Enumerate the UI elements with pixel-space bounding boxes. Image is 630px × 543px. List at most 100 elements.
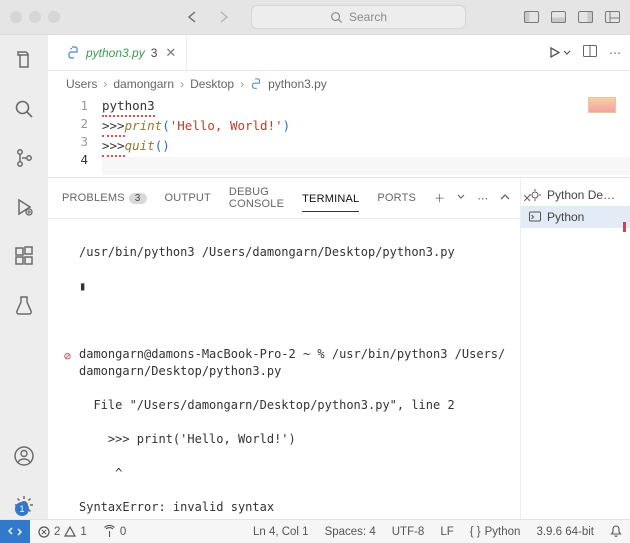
- status-eol[interactable]: LF: [432, 525, 461, 538]
- extensions-icon[interactable]: [13, 245, 35, 270]
- terminal-line: File "/Users/damongarn/Desktop/python3.p…: [79, 397, 455, 414]
- minimap[interactable]: [588, 97, 616, 113]
- debug-icon: [529, 189, 541, 201]
- toggle-secondary-sidebar-icon[interactable]: [578, 11, 593, 23]
- tab-problems[interactable]: PROBLEMS3: [62, 192, 147, 204]
- code-token: (: [162, 118, 170, 133]
- code-token: >>>: [102, 117, 125, 137]
- status-notifications[interactable]: [602, 525, 630, 538]
- antenna-icon: [103, 526, 116, 538]
- terminal-line: >>> print('Hello, World!'): [79, 431, 296, 448]
- status-problems[interactable]: 2 1: [30, 526, 95, 538]
- panel-maximize-icon[interactable]: [500, 192, 510, 204]
- editor-area: python3.py 3 ✕ ⋯ Users › damongarn › Des…: [48, 35, 630, 519]
- terminal-list-item[interactable]: Python: [521, 206, 630, 228]
- source-control-icon[interactable]: [13, 147, 35, 172]
- code-token: print: [125, 118, 163, 133]
- settings-gear-icon[interactable]: 1: [13, 494, 35, 519]
- chevron-right-icon: ›: [180, 77, 184, 91]
- terminal-line: damongarn@damons-MacBook-Pro-2 ~ % /usr/…: [79, 346, 506, 380]
- tab-ports[interactable]: PORTS: [377, 192, 416, 204]
- tab-terminal[interactable]: TERMINAL: [302, 193, 359, 212]
- code-token: ): [162, 138, 170, 153]
- python-file-icon: [66, 46, 80, 60]
- status-encoding[interactable]: UTF-8: [384, 525, 433, 538]
- close-window-dot[interactable]: [10, 11, 22, 23]
- search-icon: [330, 11, 343, 24]
- python-file-icon: [250, 78, 262, 90]
- panel-more-icon[interactable]: ⋯: [477, 192, 488, 205]
- chevron-right-icon: ›: [103, 77, 107, 91]
- code-token: quit: [125, 138, 155, 153]
- terminal-line: ^: [79, 465, 122, 482]
- tab-close-icon[interactable]: ✕: [165, 45, 176, 61]
- status-bar: 2 1 0 Ln 4, Col 1 Spaces: 4 UTF-8 LF { }…: [0, 519, 630, 543]
- command-center-search[interactable]: Search: [251, 5, 466, 29]
- window-controls: [10, 11, 60, 23]
- editor-tabs: python3.py 3 ✕ ⋯: [48, 35, 630, 71]
- breadcrumb-seg[interactable]: python3.py: [268, 77, 327, 91]
- breadcrumbs[interactable]: Users › damongarn › Desktop › python3.py: [48, 71, 630, 97]
- accounts-icon[interactable]: [13, 445, 35, 470]
- toggle-panel-icon[interactable]: [551, 11, 566, 23]
- split-editor-icon[interactable]: [583, 45, 597, 60]
- status-ports[interactable]: 0: [95, 526, 134, 538]
- status-indentation[interactable]: Spaces: 4: [317, 525, 384, 538]
- error-icon: [38, 526, 50, 538]
- terminal-split-chevron-icon[interactable]: [457, 192, 465, 204]
- chevron-down-icon: [563, 49, 571, 57]
- bottom-panel: PROBLEMS3 OUTPUT DEBUG CONSOLE TERMINAL …: [48, 177, 630, 519]
- panel-tabs: PROBLEMS3 OUTPUT DEBUG CONSOLE TERMINAL …: [48, 178, 520, 219]
- customize-layout-icon[interactable]: [605, 11, 620, 23]
- tab-output[interactable]: OUTPUT: [165, 192, 211, 204]
- zoom-window-dot[interactable]: [48, 11, 60, 23]
- new-terminal-button[interactable]: ＋: [434, 190, 445, 206]
- code-token: python3: [102, 97, 155, 117]
- explorer-icon[interactable]: [13, 49, 35, 74]
- terminal-error-indicator: [623, 222, 626, 232]
- warning-icon: [64, 526, 76, 538]
- remote-indicator[interactable]: [0, 520, 30, 543]
- terminal-list-label: Python: [547, 210, 584, 224]
- terminal-line: SyntaxError: invalid syntax: [79, 499, 274, 516]
- terminal-list: Python De… Python: [520, 178, 630, 519]
- code-token: 'Hello, World!': [170, 118, 283, 133]
- bell-icon: [610, 525, 622, 538]
- problems-count-badge: 3: [129, 193, 147, 204]
- nav-back-icon[interactable]: [185, 10, 201, 24]
- titlebar: Search: [0, 0, 630, 35]
- editor-tab-python3[interactable]: python3.py 3 ✕: [56, 35, 187, 70]
- nav-forward-icon[interactable]: [215, 10, 231, 24]
- breadcrumb-seg[interactable]: Users: [66, 77, 97, 91]
- run-debug-icon[interactable]: [13, 196, 35, 221]
- code-editor[interactable]: 1 2 3 4 python3 >>> print('Hello, World!…: [48, 97, 630, 177]
- chevron-right-icon: ›: [240, 77, 244, 91]
- nav-arrows: [185, 10, 231, 24]
- breadcrumb-seg[interactable]: damongarn: [113, 77, 174, 91]
- run-file-button[interactable]: [548, 46, 571, 59]
- terminal-list-item[interactable]: Python De…: [521, 184, 630, 206]
- layout-controls: [524, 11, 620, 23]
- toggle-primary-sidebar-icon[interactable]: [524, 11, 539, 23]
- status-language[interactable]: { } Python: [462, 525, 529, 538]
- status-cursor-position[interactable]: Ln 4, Col 1: [245, 525, 317, 538]
- code-token: >>>: [102, 137, 125, 157]
- testing-icon[interactable]: [13, 294, 35, 319]
- braces-icon: { }: [470, 526, 481, 538]
- line-number-gutter: 1 2 3 4: [66, 97, 102, 177]
- terminal-line: [79, 312, 86, 329]
- search-icon[interactable]: [13, 98, 35, 123]
- terminal-content[interactable]: /usr/bin/python3 /Users/damongarn/Deskto…: [48, 219, 520, 519]
- editor-actions: ⋯: [548, 45, 622, 60]
- more-actions-icon[interactable]: ⋯: [609, 46, 622, 60]
- minimize-window-dot[interactable]: [29, 11, 41, 23]
- terminal-cursor: ▮: [79, 278, 86, 295]
- tab-debug-console[interactable]: DEBUG CONSOLE: [229, 186, 284, 210]
- code-content[interactable]: python3 >>> print('Hello, World!') >>> q…: [102, 97, 630, 177]
- status-interpreter[interactable]: 3.9.6 64-bit: [528, 525, 602, 538]
- breadcrumb-seg[interactable]: Desktop: [190, 77, 234, 91]
- activity-bar: 1: [0, 35, 48, 519]
- settings-badge: 1: [15, 502, 29, 516]
- error-status-icon: ⊘: [62, 346, 73, 365]
- terminal-list-label: Python De…: [547, 188, 615, 202]
